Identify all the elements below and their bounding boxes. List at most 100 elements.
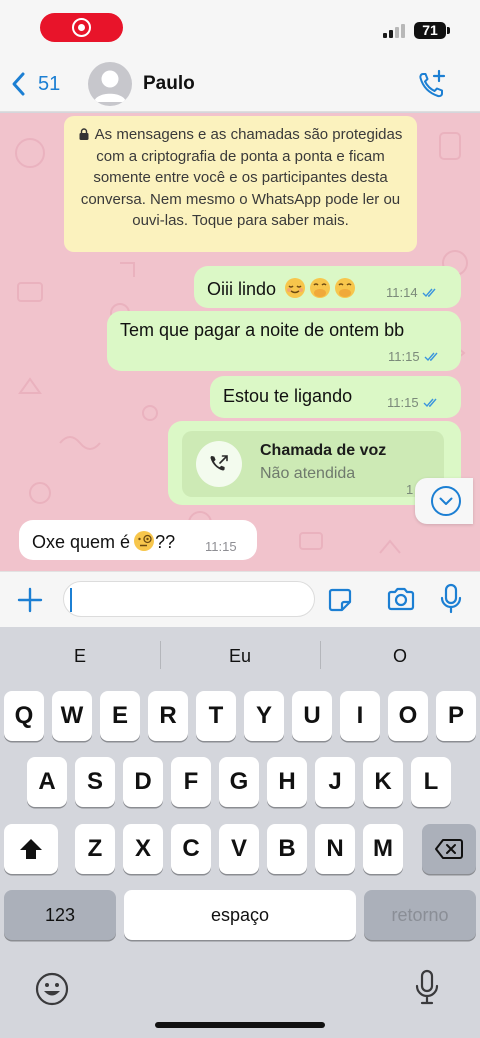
chat-header: 51 Paulo [0,56,480,112]
numbers-key[interactable]: 123 [4,890,116,940]
shift-icon [20,839,42,859]
chat-area[interactable]: As mensagens e as chamadas são protegida… [0,113,480,571]
chevron-down-icon [431,486,461,516]
message-text-suffix: ?? [155,532,176,552]
message-bubble[interactable]: Tem que pagar a noite de ontem bb 11:15 [107,311,461,371]
key-u[interactable]: U [292,691,332,741]
message-meta: 11:14 [386,285,439,300]
message-time: 1 [406,482,414,497]
suggestion-item[interactable]: O [320,627,480,685]
camera-button[interactable] [386,585,416,613]
key-q[interactable]: Q [4,691,44,741]
key-f[interactable]: F [171,757,211,807]
emoji-keyboard-button[interactable] [35,972,69,1006]
attach-button[interactable] [16,586,44,614]
suggestion-item[interactable]: E [0,627,160,685]
phone-plus-icon [419,69,446,98]
add-call-button[interactable] [416,68,450,100]
key-c[interactable]: C [171,824,211,874]
face-with-hand-over-mouth-icon [310,278,331,298]
encryption-notice[interactable]: As mensagens e as chamadas são protegida… [64,116,417,252]
face-with-hand-over-mouth-icon [335,278,356,298]
lock-icon [79,128,89,140]
key-d[interactable]: D [123,757,163,807]
key-o[interactable]: O [388,691,428,741]
message-text: Oiii lindo [207,277,356,300]
call-icon-circle [196,441,242,487]
voice-message-button[interactable] [439,583,463,615]
message-time: 11:15 [205,539,237,554]
microphone-icon [440,583,462,614]
key-y[interactable]: Y [244,691,284,741]
space-key[interactable]: espaço [124,890,356,940]
message-meta: 1 [406,482,413,497]
key-t[interactable]: T [196,691,236,741]
message-text: Oxe quem é?? [32,530,175,553]
scroll-to-bottom-button[interactable] [415,478,473,524]
read-ticks-icon [424,352,438,362]
encryption-notice-text: As mensagens e as chamadas são protegida… [80,126,403,229]
key-v[interactable]: V [219,824,259,874]
message-time: 11:14 [386,285,418,300]
plus-icon [17,587,43,613]
cellular-signal-icon [383,22,409,38]
message-text: Tem que pagar a noite de ontem bb [120,320,405,340]
key-a[interactable]: A [27,757,67,807]
message-text-content: Oiii lindo [207,279,277,299]
key-g[interactable]: G [219,757,259,807]
key-m[interactable]: M [363,824,403,874]
home-indicator[interactable] [155,1022,325,1028]
message-meta: 11:15 [387,395,440,410]
message-bubble[interactable]: Oiii lindo 11:14 [194,266,461,308]
message-bubble[interactable]: Oxe quem é?? 11:15 [19,520,257,560]
key-w[interactable]: W [52,691,92,741]
call-status: Não atendida [260,465,356,482]
microphone-icon [415,969,439,1005]
predictive-bar: E Eu O [0,627,480,685]
sticker-icon [328,588,352,612]
chevron-left-icon [12,72,25,96]
outgoing-call-icon [210,455,228,471]
message-time: 11:15 [388,349,420,364]
key-i[interactable]: I [340,691,380,741]
default-avatar-icon [94,70,126,102]
suggestion-item[interactable]: Eu [160,627,320,685]
key-k[interactable]: K [363,757,403,807]
key-p[interactable]: P [436,691,476,741]
key-h[interactable]: H [267,757,307,807]
battery-tip [447,27,450,34]
message-input[interactable] [63,581,315,617]
sticker-button[interactable] [326,586,354,614]
key-j[interactable]: J [315,757,355,807]
face-with-monocle-icon [134,531,155,551]
missed-call-card[interactable]: Chamada de voz Não atendida [182,431,444,497]
message-meta: 11:15 [388,349,441,364]
call-title: Chamada de voz [260,442,387,459]
key-x[interactable]: X [123,824,163,874]
battery-icon: 71 [414,22,446,39]
screen-recording-indicator[interactable] [40,13,123,42]
keyboard: E Eu O Q W E R T Y U I O P A S D F G H J… [0,627,480,1038]
emoji-icon [35,972,69,1006]
return-key[interactable]: retorno [364,890,476,940]
key-z[interactable]: Z [75,824,115,874]
backspace-key[interactable] [422,824,476,874]
key-e[interactable]: E [100,691,140,741]
unread-count: 51 [38,72,61,95]
key-b[interactable]: B [267,824,307,874]
avatar[interactable] [88,62,132,106]
key-s[interactable]: S [75,757,115,807]
message-time: 11:15 [387,395,419,410]
message-bubble[interactable]: Estou te ligando 11:15 [210,376,461,418]
text-cursor [70,588,72,612]
shift-key[interactable] [4,824,58,874]
contact-name[interactable]: Paulo [143,73,195,95]
key-r[interactable]: R [148,691,188,741]
back-button[interactable]: 51 [8,68,60,100]
dictation-button[interactable] [414,969,440,1007]
key-l[interactable]: L [411,757,451,807]
message-text: Estou te ligando [223,386,353,406]
camera-icon [387,587,415,611]
key-n[interactable]: N [315,824,355,874]
message-text-content: Oxe quem é [32,532,131,552]
